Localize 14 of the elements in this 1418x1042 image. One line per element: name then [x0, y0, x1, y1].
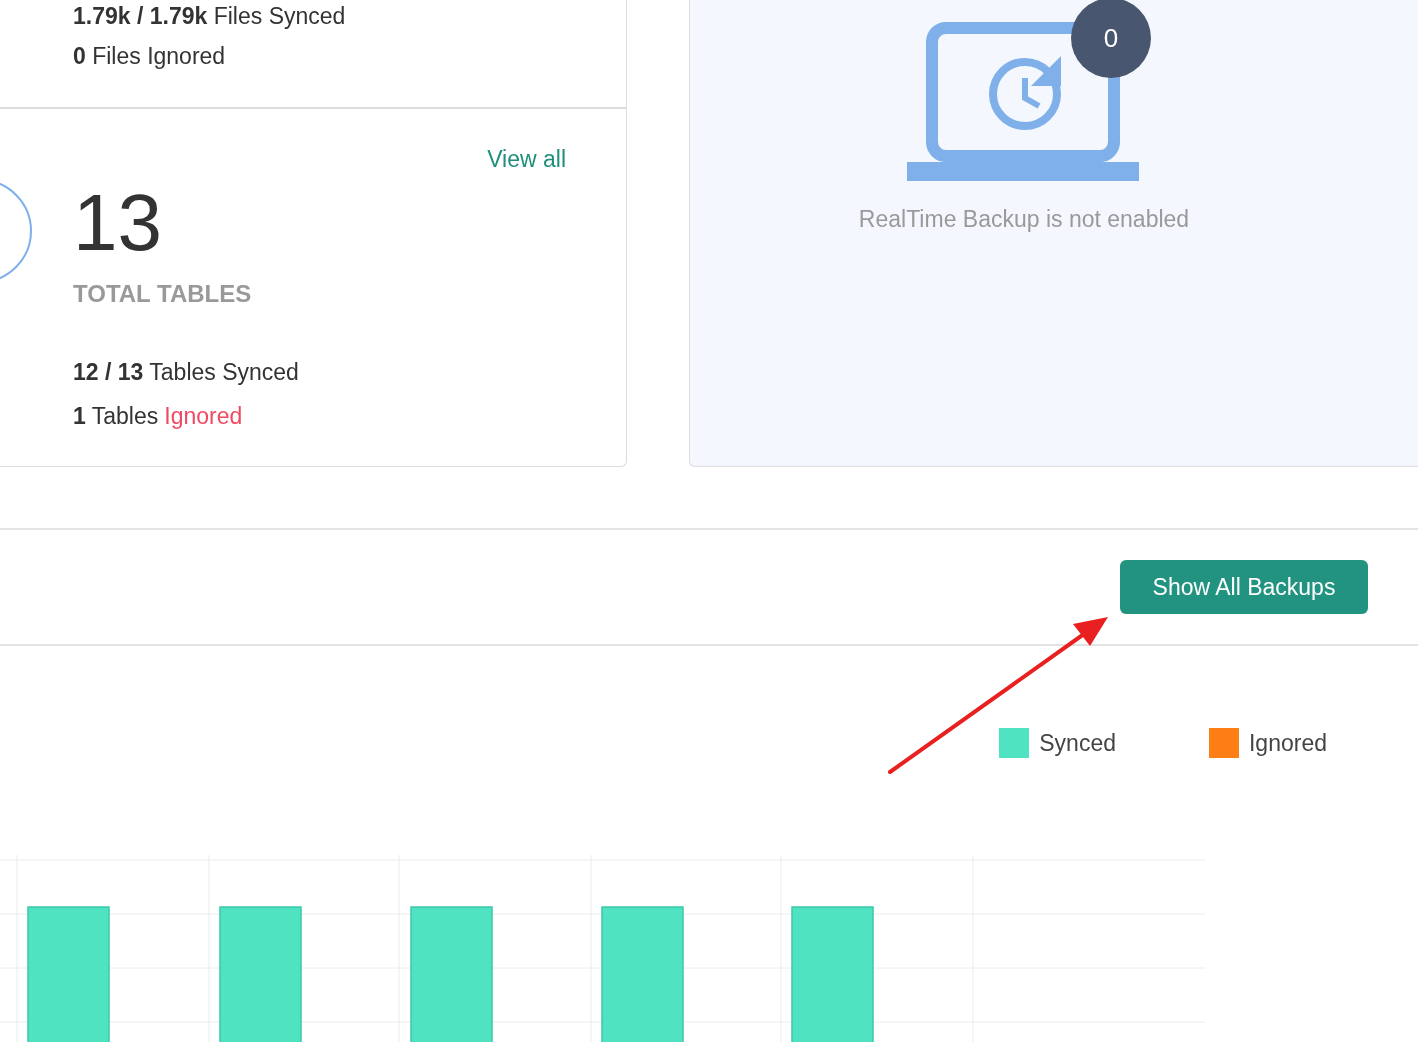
view-all-link[interactable]: View all	[487, 145, 566, 173]
legend-label: Ignored	[1249, 729, 1327, 758]
realtime-status-text: RealTime Backup is not enabled	[858, 205, 1190, 234]
show-all-backups-button[interactable]: Show All Backups	[1120, 560, 1368, 614]
count-badge: 0	[1071, 0, 1151, 78]
legend-label: Synced	[1039, 729, 1116, 758]
ignored-label: Ignored	[164, 403, 243, 429]
tables-ignored-count: 1 Tables	[73, 403, 159, 429]
files-synced-text: 1.79k / 1.79k Files Synced	[73, 3, 347, 29]
files-ignored-text: 0 Files Ignored	[73, 43, 227, 69]
tables-synced-text: 12 / 13 Tables Synced	[73, 359, 300, 385]
total-tables-count: 13	[73, 183, 163, 263]
laptop-clock-icon	[907, 22, 1141, 182]
total-tables-label: TOTAL TABLES	[73, 279, 253, 309]
